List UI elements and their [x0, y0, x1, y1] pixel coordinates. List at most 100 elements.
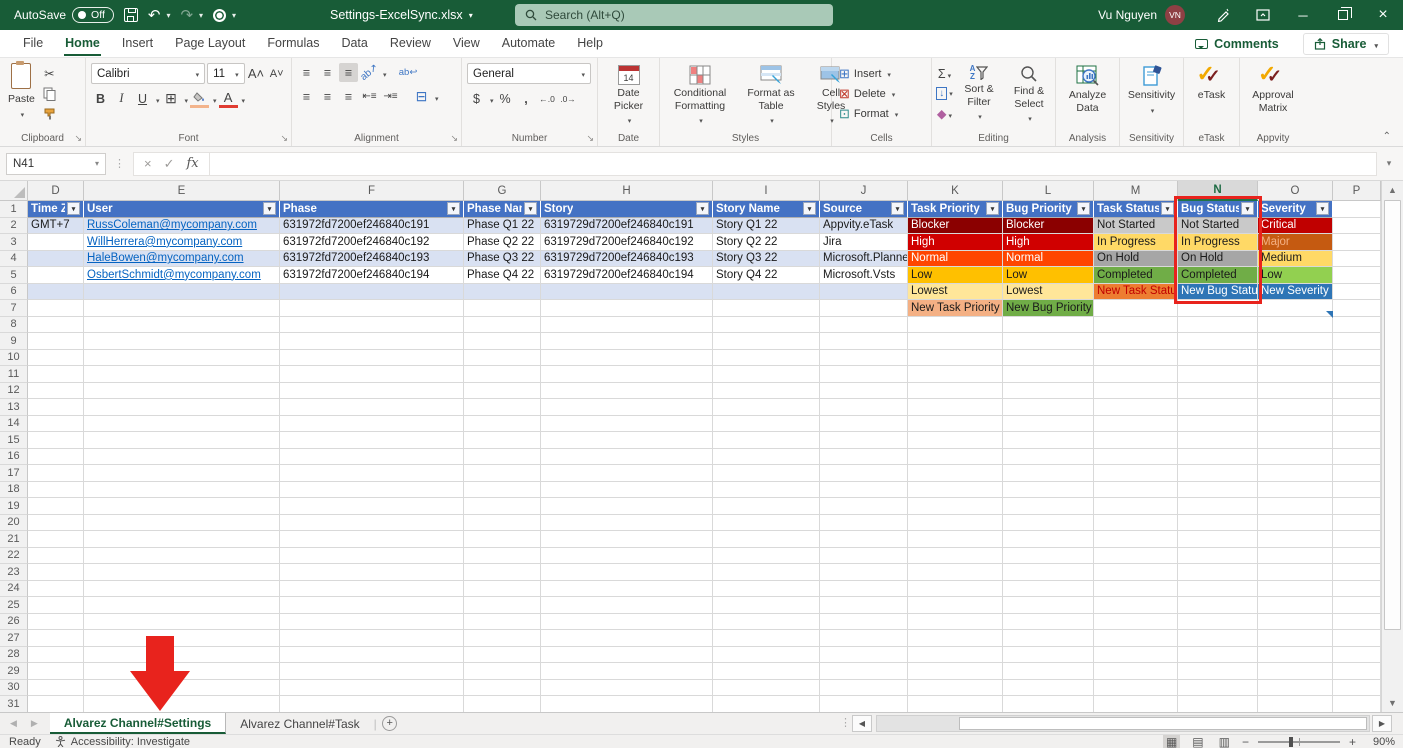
delete-cells-button[interactable]: ⊠ Delete [837, 86, 900, 101]
cell-E20[interactable] [84, 515, 280, 532]
cell-H5[interactable]: 6319729d7200ef246840c194 [541, 267, 713, 284]
cell-D12[interactable] [28, 383, 84, 400]
cell-D15[interactable] [28, 432, 84, 449]
cell-D18[interactable] [28, 482, 84, 499]
cell-I23[interactable] [713, 564, 820, 581]
cell-E10[interactable] [84, 350, 280, 367]
date-picker-button[interactable]: 14 Date Picker [603, 62, 655, 130]
cell-H22[interactable] [541, 548, 713, 565]
fill-color-chevron-icon[interactable] [211, 92, 217, 106]
cell-D27[interactable] [28, 630, 84, 647]
avatar[interactable]: VN [1165, 5, 1185, 25]
cell-P31[interactable] [1333, 696, 1381, 713]
cell-P28[interactable] [1333, 647, 1381, 664]
cell-L28[interactable] [1003, 647, 1094, 664]
cell-F3[interactable]: 631972fd7200ef246840c192 [280, 234, 464, 251]
find-select-button[interactable]: Find & Select [1004, 62, 1054, 128]
cell-O17[interactable] [1258, 465, 1333, 482]
cell-J26[interactable] [820, 614, 908, 631]
cell-P14[interactable] [1333, 416, 1381, 433]
sheet-nav-arrows[interactable]: ◀▶ [0, 713, 50, 734]
cell-J12[interactable] [820, 383, 908, 400]
cell-J24[interactable] [820, 581, 908, 598]
cell-F23[interactable] [280, 564, 464, 581]
alignment-dialog-launcher[interactable]: ↘ [450, 133, 458, 144]
cell-O2[interactable]: Critical [1258, 218, 1333, 235]
ribbon-display-options-icon[interactable] [1243, 0, 1283, 30]
cell-K22[interactable] [908, 548, 1003, 565]
column-header-D[interactable]: D [28, 181, 84, 201]
cell-G31[interactable] [464, 696, 541, 713]
cell-G22[interactable] [464, 548, 541, 565]
cell-L18[interactable] [1003, 482, 1094, 499]
column-header-K[interactable]: K [908, 181, 1003, 201]
cell-G24[interactable] [464, 581, 541, 598]
cell-J23[interactable] [820, 564, 908, 581]
cell-N9[interactable] [1178, 333, 1258, 350]
cell-I19[interactable] [713, 498, 820, 515]
cell-E12[interactable] [84, 383, 280, 400]
normal-view-icon[interactable]: ▦ [1163, 735, 1180, 748]
cell-M16[interactable] [1094, 449, 1178, 466]
cell-K1[interactable]: Task Priority▾ [908, 201, 1003, 218]
merge-chevron-icon[interactable] [433, 90, 439, 104]
cell-P2[interactable] [1333, 218, 1381, 235]
cell-F27[interactable] [280, 630, 464, 647]
row-number-14[interactable]: 14 [0, 416, 28, 433]
cell-F24[interactable] [280, 581, 464, 598]
accounting-format-icon[interactable]: $ [467, 89, 486, 108]
cell-G30[interactable] [464, 680, 541, 697]
customize-toolbar-icon[interactable]: ▾ [232, 11, 236, 20]
scroll-down-icon[interactable]: ▼ [1382, 694, 1403, 712]
cell-K9[interactable] [908, 333, 1003, 350]
cell-F6[interactable] [280, 284, 464, 301]
cell-D7[interactable] [28, 300, 84, 317]
cell-P8[interactable] [1333, 317, 1381, 334]
cell-F4[interactable]: 631972fd7200ef246840c193 [280, 251, 464, 268]
cell-I29[interactable] [713, 663, 820, 680]
cell-J1[interactable]: Source▾ [820, 201, 908, 218]
cell-D29[interactable] [28, 663, 84, 680]
cell-L14[interactable] [1003, 416, 1094, 433]
cell-N14[interactable] [1178, 416, 1258, 433]
cell-I28[interactable] [713, 647, 820, 664]
cell-I15[interactable] [713, 432, 820, 449]
cell-K12[interactable] [908, 383, 1003, 400]
font-color-icon[interactable]: A [219, 89, 238, 108]
record-status-icon[interactable] [213, 9, 226, 22]
underline-button[interactable]: U [133, 89, 152, 108]
cell-P23[interactable] [1333, 564, 1381, 581]
cell-I24[interactable] [713, 581, 820, 598]
cell-O5[interactable]: Low [1258, 267, 1333, 284]
filter-button-N[interactable]: ▾ [1241, 202, 1254, 215]
filter-button-E[interactable]: ▾ [263, 202, 276, 215]
cell-J13[interactable] [820, 399, 908, 416]
cell-E23[interactable] [84, 564, 280, 581]
cell-G18[interactable] [464, 482, 541, 499]
filter-button-O[interactable]: ▾ [1316, 202, 1329, 215]
row-number-29[interactable]: 29 [0, 663, 28, 680]
cell-N16[interactable] [1178, 449, 1258, 466]
row-number-7[interactable]: 7 [0, 300, 28, 317]
cell-L26[interactable] [1003, 614, 1094, 631]
cell-N8[interactable] [1178, 317, 1258, 334]
cell-E30[interactable] [84, 680, 280, 697]
cell-G11[interactable] [464, 366, 541, 383]
row-number-26[interactable]: 26 [0, 614, 28, 631]
row-number-1[interactable]: 1 [0, 201, 28, 218]
search-input[interactable]: Search (Alt+Q) [515, 4, 833, 26]
cell-E16[interactable] [84, 449, 280, 466]
approval-matrix-button[interactable]: ✓✓ Approval Matrix [1242, 62, 1304, 117]
cell-G19[interactable] [464, 498, 541, 515]
cell-I1[interactable]: Story Name▾ [713, 201, 820, 218]
cell-O9[interactable] [1258, 333, 1333, 350]
ribbon-tab-view[interactable]: View [442, 31, 491, 56]
cell-D9[interactable] [28, 333, 84, 350]
cell-P29[interactable] [1333, 663, 1381, 680]
cell-L15[interactable] [1003, 432, 1094, 449]
cell-K20[interactable] [908, 515, 1003, 532]
cell-P5[interactable] [1333, 267, 1381, 284]
underline-chevron-icon[interactable] [154, 92, 160, 106]
cell-N25[interactable] [1178, 597, 1258, 614]
cell-K28[interactable] [908, 647, 1003, 664]
